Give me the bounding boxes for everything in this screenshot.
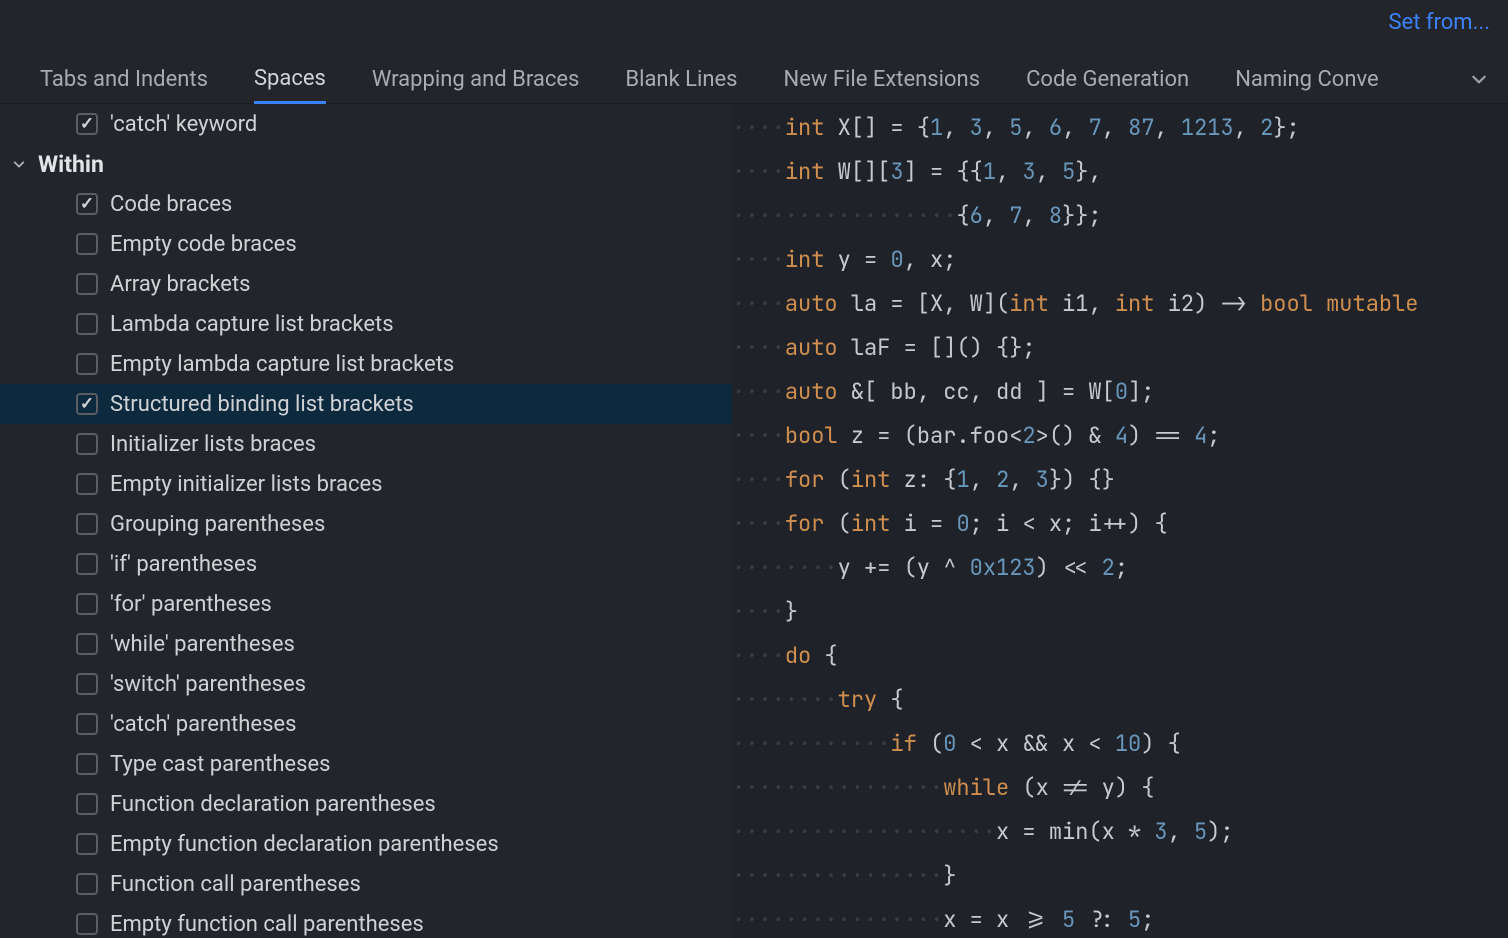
option-grouping-parentheses[interactable]: Grouping parentheses xyxy=(0,504,732,544)
section-label: Within xyxy=(38,151,104,178)
code-line: ········try { xyxy=(732,678,1508,722)
code-line: ····for (int z: {1, 2, 3}) {} xyxy=(732,458,1508,502)
option--catch-parentheses[interactable]: 'catch' parentheses xyxy=(0,704,732,744)
option-empty-function-call-parentheses[interactable]: Empty function call parentheses xyxy=(0,904,732,938)
tab-code-generation[interactable]: Code Generation xyxy=(1026,59,1189,102)
checkbox[interactable] xyxy=(76,673,98,695)
code-line: ····int y = 0, x; xyxy=(732,238,1508,282)
option-label: 'catch' parentheses xyxy=(110,712,296,737)
code-line: ·················{6, 7, 8}}; xyxy=(732,194,1508,238)
tab-new-file-extensions[interactable]: New File Extensions xyxy=(784,59,981,102)
option-label: Empty function declaration parentheses xyxy=(110,832,499,857)
option-label: Empty code braces xyxy=(110,232,297,257)
option-label: Grouping parentheses xyxy=(110,512,325,537)
option-label: 'while' parentheses xyxy=(110,632,295,657)
checkbox[interactable] xyxy=(76,353,98,375)
main-split: 'catch' keyword Within Code braces Empty … xyxy=(0,104,1508,938)
checkbox[interactable] xyxy=(76,713,98,735)
tab-blank-lines[interactable]: Blank Lines xyxy=(625,59,737,102)
option-label: Empty initializer lists braces xyxy=(110,472,383,497)
option-array-brackets[interactable]: Array brackets xyxy=(0,264,732,304)
option-structured-binding-list-brackets[interactable]: Structured binding list brackets xyxy=(0,384,732,424)
set-from-link[interactable]: Set from... xyxy=(1388,10,1490,35)
option--while-parentheses[interactable]: 'while' parentheses xyxy=(0,624,732,664)
checkbox[interactable] xyxy=(76,873,98,895)
code-line: ····do { xyxy=(732,634,1508,678)
checkbox[interactable] xyxy=(76,633,98,655)
section-within[interactable]: Within xyxy=(0,144,732,184)
tab-tabs-and-indents[interactable]: Tabs and Indents xyxy=(40,59,208,102)
checkbox[interactable] xyxy=(76,513,98,535)
tab-overflow-chevron[interactable] xyxy=(1470,69,1488,93)
code-line: ····auto &[ bb, cc, dd ] = W[0]; xyxy=(732,370,1508,414)
checkbox[interactable] xyxy=(76,193,98,215)
option-lambda-capture-list-brackets[interactable]: Lambda capture list brackets xyxy=(0,304,732,344)
option-label: 'switch' parentheses xyxy=(110,672,306,697)
checkbox[interactable] xyxy=(76,833,98,855)
checkbox[interactable] xyxy=(76,313,98,335)
checkbox[interactable] xyxy=(76,593,98,615)
option-label: Code braces xyxy=(110,192,232,217)
code-line: ····for (int i = 0; i < x; i++) { xyxy=(732,502,1508,546)
tabs-bar: Tabs and Indents Spaces Wrapping and Brace… xyxy=(0,58,1508,104)
tab-wrapping-and-braces[interactable]: Wrapping and Braces xyxy=(372,59,580,102)
option-label: Lambda capture list brackets xyxy=(110,312,394,337)
checkbox[interactable] xyxy=(76,913,98,935)
options-panel: 'catch' keyword Within Code braces Empty … xyxy=(0,104,732,938)
option-label: 'for' parentheses xyxy=(110,592,272,617)
option-label: Function call parentheses xyxy=(110,872,361,897)
code-preview: ····int X[] = {1, 3, 5, 6, 7, 87, 1213, … xyxy=(732,104,1508,938)
option-code-braces[interactable]: Code braces xyxy=(0,184,732,224)
code-line: ····auto laF = []() {}; xyxy=(732,326,1508,370)
option-label: 'if' parentheses xyxy=(110,552,257,577)
checkbox[interactable] xyxy=(76,273,98,295)
option-label: Type cast parentheses xyxy=(110,752,330,777)
option--for-parentheses[interactable]: 'for' parentheses xyxy=(0,584,732,624)
code-line: ················while (x != y) { xyxy=(732,766,1508,810)
checkbox-catch-keyword[interactable] xyxy=(76,113,98,135)
option-label: Structured binding list brackets xyxy=(110,392,414,417)
option--if-parentheses[interactable]: 'if' parentheses xyxy=(0,544,732,584)
code-line: ········y += (y ^ 0x123) << 2; xyxy=(732,546,1508,590)
chevron-down-icon xyxy=(8,153,30,175)
option-empty-lambda-capture-list-brackets[interactable]: Empty lambda capture list brackets xyxy=(0,344,732,384)
code-line: ····int W[][3] = {{1, 3, 5}, xyxy=(732,150,1508,194)
option-label: Initializer lists braces xyxy=(110,432,316,457)
option-label: Array brackets xyxy=(110,272,251,297)
code-line: ····auto la = [X, W](int i1, int i2) -> … xyxy=(732,282,1508,326)
code-line: ····bool z = (bar.foo<2>() & 4) == 4; xyxy=(732,414,1508,458)
option-empty-function-declaration-parentheses[interactable]: Empty function declaration parentheses xyxy=(0,824,732,864)
option-function-call-parentheses[interactable]: Function call parentheses xyxy=(0,864,732,904)
option-empty-initializer-lists-braces[interactable]: Empty initializer lists braces xyxy=(0,464,732,504)
code-line: ····} xyxy=(732,590,1508,634)
code-line: ····int X[] = {1, 3, 5, 6, 7, 87, 1213, … xyxy=(732,106,1508,150)
option-label: Empty lambda capture list brackets xyxy=(110,352,454,377)
checkbox[interactable] xyxy=(76,433,98,455)
option-catch-keyword[interactable]: 'catch' keyword xyxy=(0,104,732,144)
code-line: ············if (0 < x && x < 10) { xyxy=(732,722,1508,766)
tab-naming-conve[interactable]: Naming Conve xyxy=(1235,59,1378,102)
code-line: ················x = x >= 5 ?: 5; xyxy=(732,898,1508,938)
checkbox[interactable] xyxy=(76,393,98,415)
option--switch-parentheses[interactable]: 'switch' parentheses xyxy=(0,664,732,704)
checkbox[interactable] xyxy=(76,553,98,575)
option-type-cast-parentheses[interactable]: Type cast parentheses xyxy=(0,744,732,784)
code-line: ················} xyxy=(732,854,1508,898)
option-label: Empty function call parentheses xyxy=(110,912,424,937)
checkbox[interactable] xyxy=(76,753,98,775)
option-function-declaration-parentheses[interactable]: Function declaration parentheses xyxy=(0,784,732,824)
checkbox[interactable] xyxy=(76,473,98,495)
checkbox[interactable] xyxy=(76,793,98,815)
code-line: ····················x = min(x * 3, 5); xyxy=(732,810,1508,854)
option-initializer-lists-braces[interactable]: Initializer lists braces xyxy=(0,424,732,464)
tab-spaces[interactable]: Spaces xyxy=(254,58,326,104)
option-label: 'catch' keyword xyxy=(110,112,257,137)
checkbox[interactable] xyxy=(76,233,98,255)
option-label: Function declaration parentheses xyxy=(110,792,436,817)
option-empty-code-braces[interactable]: Empty code braces xyxy=(0,224,732,264)
